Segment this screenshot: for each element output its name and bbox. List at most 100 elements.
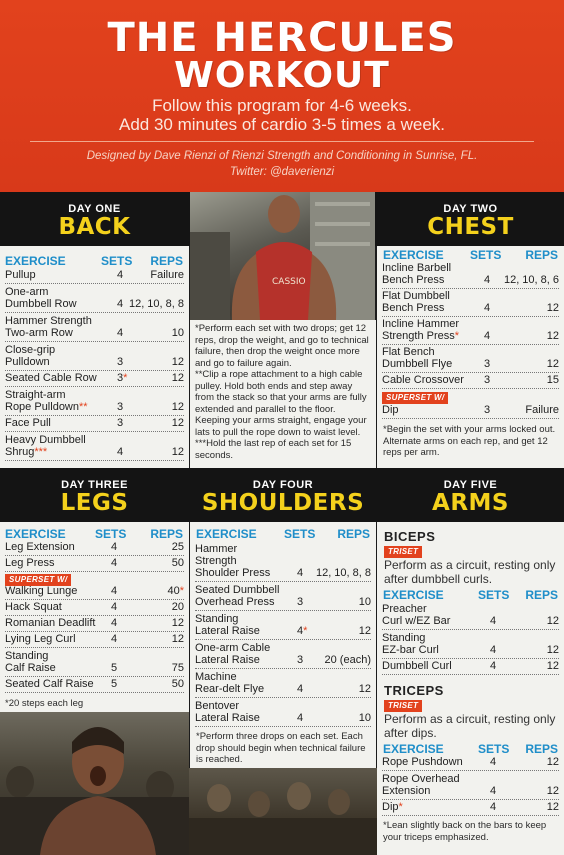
- twitter-handle: Twitter: @daverienzi: [229, 166, 335, 178]
- biceps-heading: BICEPS: [384, 529, 436, 544]
- exercise-name: Lying Leg Curl: [5, 633, 76, 645]
- col-reps: REPS: [150, 527, 183, 541]
- col-reps: REPS: [525, 248, 558, 262]
- reps-value: 12, 10, 8, 8: [315, 567, 371, 579]
- table-row: Standing Calf Raise 5 75: [5, 648, 184, 677]
- sets-value: 4: [490, 756, 497, 768]
- sets-value: 5: [111, 662, 118, 674]
- sets-value: 5: [111, 678, 118, 690]
- note-rope-pulldown: **Clip a rope attachment to a high cable…: [195, 369, 367, 438]
- col-exercise: EXERCISE: [5, 254, 66, 268]
- exercise-name: Preacher Curl w/EZ Bar: [382, 603, 451, 627]
- table-row: Straight-arm Rope Pulldown** 3 12: [5, 387, 184, 416]
- reps-value: 75: [171, 662, 184, 674]
- exercise-name: Seated Cable Row: [5, 372, 97, 384]
- table-row: Rope Overhead Extension 4 12: [382, 771, 559, 800]
- col-reps: REPS: [150, 254, 183, 268]
- reps-value: 12: [546, 358, 559, 370]
- sets-value: 3: [297, 654, 304, 666]
- table-row: One-arm Dumbbell Row 4 12, 10, 8, 8: [5, 284, 184, 313]
- exercise-name: Bentover Lateral Raise: [195, 700, 260, 724]
- reps-value: 50: [171, 557, 184, 569]
- reps-value: 12: [546, 615, 559, 627]
- day-four-title: SHOULDERS: [201, 490, 365, 516]
- day-three-note: *20 steps each leg: [5, 698, 84, 709]
- table-row: Heavy Dumbbell Shrug*** 4 12: [5, 432, 184, 461]
- reps-value: 12: [171, 401, 184, 413]
- sets-value: 4: [490, 615, 497, 627]
- table-row: Cable Crossover 3 15: [382, 373, 559, 389]
- header-divider: [30, 141, 534, 142]
- subtitle-line-2: Add 30 minutes of cardio 3-5 times a wee…: [119, 115, 445, 134]
- triceps-heading: TRICEPS: [384, 683, 444, 698]
- reps-value: 50: [171, 678, 184, 690]
- col-exercise: EXERCISE: [196, 527, 257, 541]
- table-row: Lying Leg Curl 4 12: [5, 632, 184, 648]
- reps-value: 20: [171, 601, 184, 613]
- day-one-header: DAY ONE BACK: [0, 200, 189, 240]
- sets-value: 4: [490, 644, 497, 656]
- sets-value: 4: [111, 585, 118, 597]
- day-four-note: *Perform three drops on each set. Each d…: [196, 731, 366, 765]
- exercise-name: One-arm Dumbbell Row: [5, 286, 77, 310]
- exercise-name: Face Pull: [5, 417, 51, 429]
- exercise-name: Cable Crossover: [382, 374, 464, 386]
- biceps-description: Perform as a circuit, resting only after…: [384, 558, 556, 586]
- reps-value: 12: [358, 625, 371, 637]
- sets-value: 4: [111, 601, 118, 613]
- sets-value: 4: [484, 330, 491, 342]
- sets-value: 4: [117, 327, 124, 339]
- exercise-name: Walking Lunge: [5, 585, 78, 597]
- sets-value: 3: [117, 401, 124, 413]
- day-two-header: DAY TWO CHEST: [377, 200, 564, 240]
- reps-value: 10: [171, 327, 184, 339]
- title-line-1: THE HERCULES: [107, 15, 457, 61]
- day-one-panel: EXERCISE SETS REPS Pullup 4 Failure One-…: [0, 246, 189, 468]
- table-row: Machine Rear-delt Flye 4 12: [195, 669, 371, 698]
- reps-value: 12: [546, 785, 559, 797]
- triceps-description: Perform as a circuit, resting only after…: [384, 712, 556, 740]
- sets-value: 4: [111, 557, 118, 569]
- sets-value: 4: [111, 633, 118, 645]
- sets-value: 4: [484, 302, 491, 314]
- title-line-2: WORKOUT: [174, 55, 390, 96]
- sets-value: 4: [111, 541, 118, 553]
- reps-value: 40*: [167, 585, 184, 597]
- table-row: Face Pull 3 12: [5, 416, 184, 432]
- reps-value: 25: [171, 541, 184, 553]
- sets-value: 3: [297, 596, 304, 608]
- subtitle-line-1: Follow this program for 4-6 weeks.: [152, 96, 412, 115]
- reps-value: 15: [546, 374, 559, 386]
- table-row: Leg Press 4 50: [5, 556, 184, 572]
- day-five-panel: BICEPS TRISET Perform as a circuit, rest…: [377, 522, 564, 855]
- reps-value: 10: [358, 596, 371, 608]
- exercise-name: Dumbbell Curl: [382, 660, 452, 672]
- sets-value: 3: [484, 358, 491, 370]
- exercise-name: Machine Rear-delt Flye: [195, 671, 265, 695]
- athlete-illustration: CASSIO: [190, 192, 375, 320]
- table-row: One-arm Cable Lateral Raise 3 20 (each): [195, 640, 371, 669]
- reps-value: 12: [546, 660, 559, 672]
- movie-still-photo: [0, 712, 189, 855]
- sets-value: 4: [484, 274, 491, 286]
- col-exercise: EXERCISE: [5, 527, 66, 541]
- day-two-title: CHEST: [427, 214, 514, 240]
- exercise-name: Dip: [382, 404, 399, 416]
- table-row: Standing EZ-bar Curl 4 12: [382, 630, 559, 659]
- exercise-name: Dip*: [382, 801, 403, 813]
- exercise-name: Hammer Strength Shoulder Press: [195, 543, 271, 579]
- col-exercise: EXERCISE: [383, 742, 444, 756]
- sets-value: 4: [297, 712, 304, 724]
- table-row: Flat Dumbbell Bench Press 4 12: [382, 289, 559, 317]
- day-four-header: DAY FOUR SHOULDERS: [189, 476, 377, 516]
- table-row: Close-grip Pulldown 3 12: [5, 342, 184, 371]
- exercise-name: Close-grip Pulldown: [5, 344, 56, 368]
- sets-value: 3: [117, 356, 124, 368]
- sets-value: 4: [117, 446, 124, 458]
- exercise-name: Standing Calf Raise: [5, 650, 56, 674]
- day-two-panel: EXERCISE SETS REPS Incline Barbell Bench …: [377, 246, 564, 468]
- sets-value: 4: [490, 801, 497, 813]
- note-drops: *Perform each set with two drops; get 12…: [195, 323, 369, 369]
- col-reps: REPS: [525, 742, 558, 756]
- reps-value: 20 (each): [324, 654, 371, 666]
